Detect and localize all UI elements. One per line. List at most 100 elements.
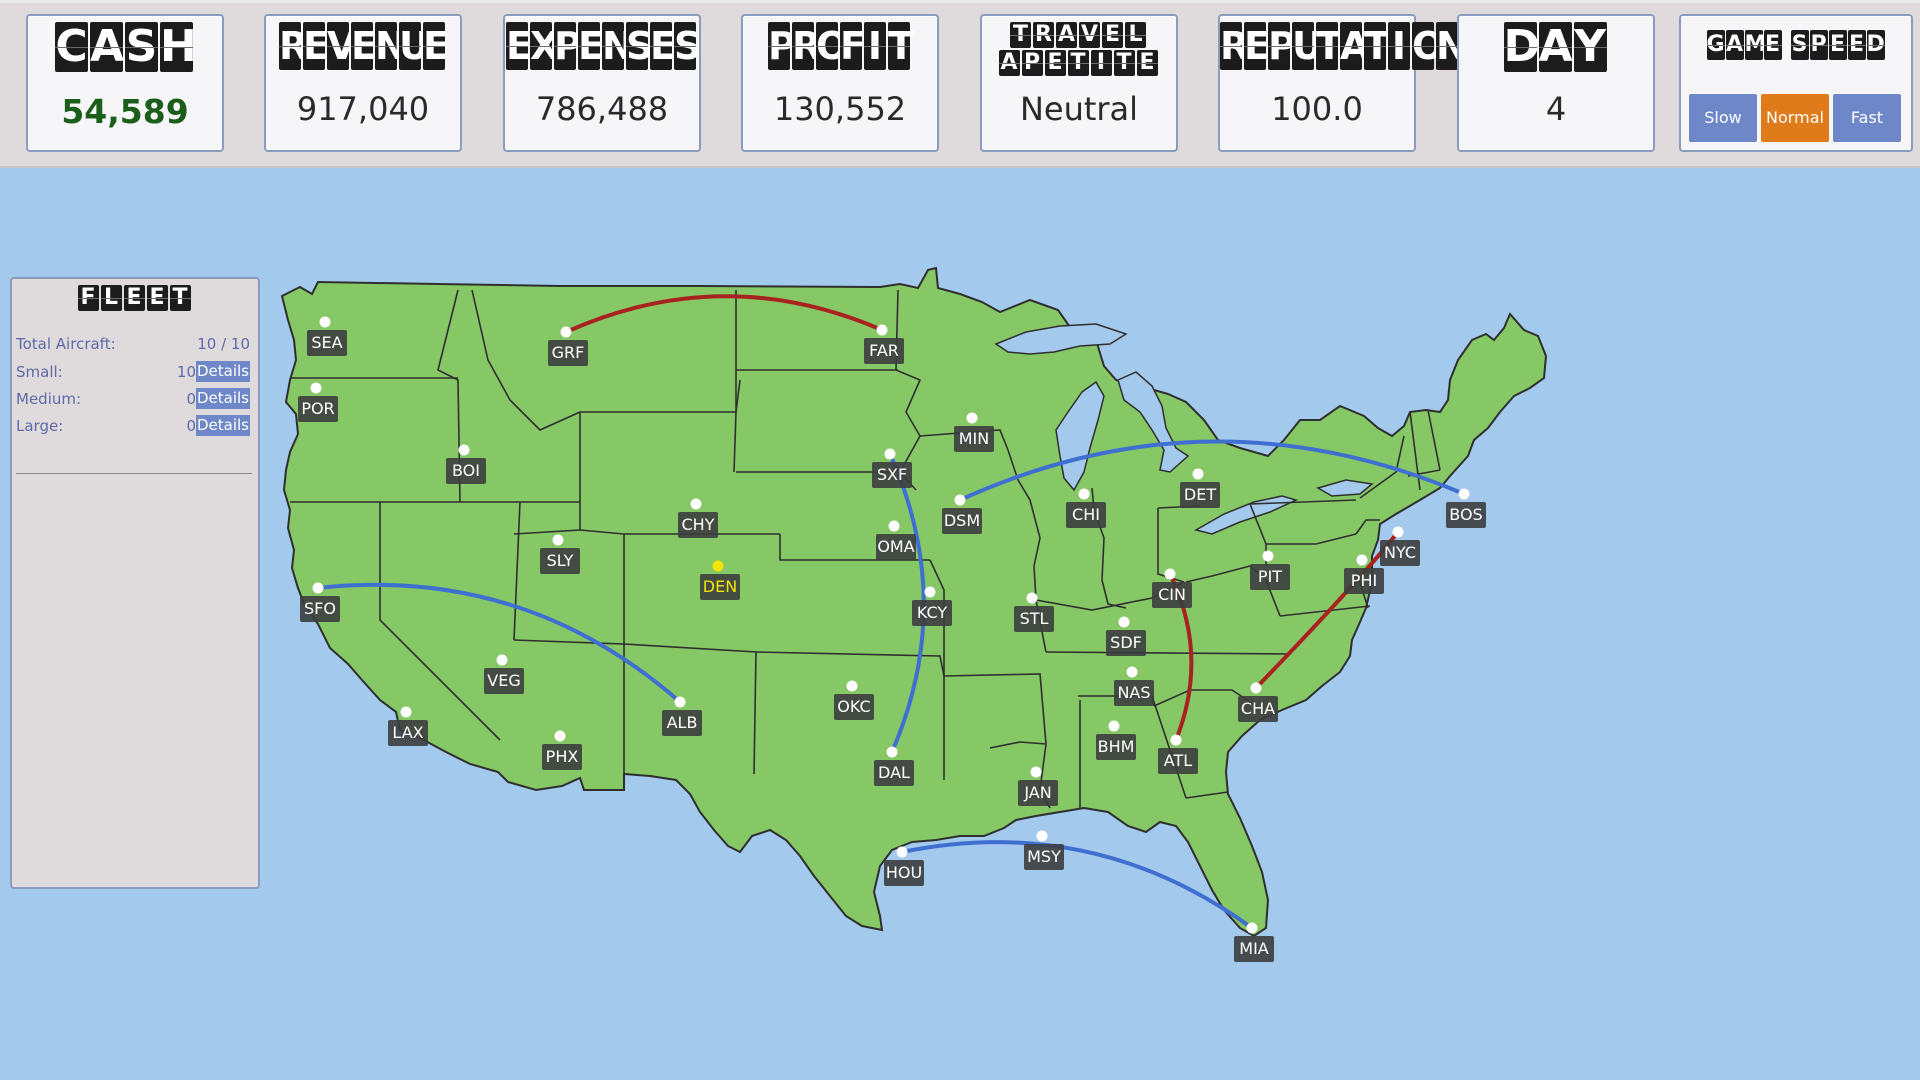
city-marker-dot[interactable] — [496, 654, 508, 666]
city-marker-dot[interactable] — [1262, 550, 1274, 562]
city-marker-dot[interactable] — [1126, 666, 1138, 678]
city-marker-dot[interactable] — [1192, 468, 1204, 480]
city-code-label: SFO — [304, 599, 336, 618]
fleet-total-row: Total Aircraft: 10 / 10 — [16, 333, 252, 355]
city-code-label: SEA — [311, 333, 342, 352]
city-code-label: CHY — [682, 515, 715, 534]
city-bos[interactable]: BOS — [1446, 488, 1486, 529]
city-code-label: MIA — [1239, 939, 1269, 958]
fleet-divider — [16, 473, 252, 474]
city-marker-dot[interactable] — [1108, 720, 1120, 732]
city-marker-dot[interactable] — [458, 444, 470, 456]
city-msy[interactable]: MSY — [1024, 830, 1064, 871]
fleet-small-count: 10 — [176, 363, 196, 381]
city-marker-dot[interactable] — [966, 412, 978, 424]
city-marker-dot[interactable] — [310, 382, 322, 394]
city-code-label: ALB — [667, 713, 698, 732]
city-code-label: DAL — [878, 763, 910, 782]
city-code-label: PHI — [1351, 571, 1377, 590]
city-code-label: CHI — [1072, 505, 1100, 524]
city-marker-dot[interactable] — [1356, 554, 1368, 566]
city-code-label: GRF — [552, 343, 585, 362]
fleet-total-label: Total Aircraft: — [16, 335, 116, 353]
fleet-row-small: Small: 10 Details — [16, 361, 252, 383]
city-code-label: NAS — [1117, 683, 1150, 702]
fleet-large-count: 0 — [186, 417, 196, 435]
fleet-large-label: Large: — [16, 417, 64, 435]
fleet-title: FLEET — [12, 285, 258, 313]
city-code-label: VEG — [487, 671, 520, 690]
city-marker-dot[interactable] — [884, 448, 896, 460]
city-code-label: BOI — [452, 461, 480, 480]
city-marker-dot[interactable] — [1118, 616, 1130, 628]
city-marker-dot[interactable] — [1078, 488, 1090, 500]
fleet-medium-count: 0 — [186, 390, 196, 408]
city-marker-dot[interactable] — [846, 680, 858, 692]
city-marker-dot[interactable] — [1250, 682, 1262, 694]
city-marker-dot[interactable] — [560, 326, 572, 338]
large-details-button[interactable]: Details — [196, 415, 250, 436]
city-code-label: JAN — [1023, 783, 1051, 802]
city-code-label: MSY — [1027, 847, 1061, 866]
city-marker-dot[interactable] — [1170, 734, 1182, 746]
city-code-label: POR — [301, 399, 334, 418]
city-code-label: OMA — [877, 537, 914, 556]
city-code-label: STL — [1020, 609, 1049, 628]
city-code-label: SXF — [877, 465, 907, 484]
city-code-label: MIN — [959, 429, 990, 448]
medium-details-button[interactable]: Details — [196, 388, 250, 409]
city-marker-dot[interactable] — [954, 494, 966, 506]
title-letter-tile: E — [146, 285, 168, 311]
small-details-button[interactable]: Details — [196, 361, 250, 382]
city-code-label: DEN — [703, 577, 737, 596]
city-code-label: DET — [1184, 485, 1216, 504]
fleet-small-label: Small: — [16, 363, 63, 381]
city-code-label: CHA — [1241, 699, 1275, 718]
city-code-label: NYC — [1384, 543, 1416, 562]
city-marker-dot[interactable] — [1392, 526, 1404, 538]
city-code-label: BHM — [1098, 737, 1135, 756]
city-code-label: OKC — [837, 697, 870, 716]
title-letter-tile: T — [169, 285, 191, 311]
city-code-label: ATL — [1164, 751, 1192, 770]
city-marker-dot[interactable] — [312, 582, 324, 594]
city-marker-dot[interactable] — [1164, 568, 1176, 580]
fleet-row-large: Large: 0 Details — [16, 415, 252, 437]
city-code-label: PHX — [546, 747, 579, 766]
city-marker-dot[interactable] — [674, 696, 686, 708]
city-marker-dot[interactable] — [896, 846, 908, 858]
title-letter-tile: F — [77, 285, 99, 311]
city-code-label: DSM — [944, 511, 980, 530]
fleet-total-value: 10 / 10 — [197, 335, 250, 353]
city-code-label: CIN — [1158, 585, 1186, 604]
city-code-label: HOU — [886, 863, 922, 882]
title-letter-tile: L — [100, 285, 122, 311]
city-code-label: KCY — [917, 603, 948, 622]
city-code-label: PIT — [1258, 567, 1282, 586]
city-marker-dot[interactable] — [690, 498, 702, 510]
fleet-medium-label: Medium: — [16, 390, 82, 408]
city-marker-dot[interactable] — [1026, 592, 1038, 604]
city-marker-dot[interactable] — [876, 324, 888, 336]
city-marker-dot[interactable] — [886, 746, 898, 758]
city-marker-dot[interactable] — [924, 586, 936, 598]
city-marker-dot[interactable] — [1030, 766, 1042, 778]
city-marker-dot[interactable] — [1458, 488, 1470, 500]
city-code-label: BOS — [1449, 505, 1482, 524]
city-marker-dot[interactable] — [712, 560, 724, 572]
city-nyc[interactable]: NYC — [1380, 526, 1420, 567]
city-marker-dot[interactable] — [319, 316, 331, 328]
city-marker-dot[interactable] — [552, 534, 564, 546]
city-code-label: SDF — [1110, 633, 1142, 652]
city-code-label: FAR — [869, 341, 899, 360]
city-marker-dot[interactable] — [400, 706, 412, 718]
fleet-row-medium: Medium: 0 Details — [16, 388, 252, 410]
fleet-panel: FLEET Total Aircraft: 10 / 10 Small: 10 … — [10, 277, 260, 889]
city-marker-dot[interactable] — [1036, 830, 1048, 842]
city-code-label: LAX — [392, 723, 423, 742]
city-marker-dot[interactable] — [1246, 922, 1258, 934]
city-marker-dot[interactable] — [888, 520, 900, 532]
city-code-label: SLY — [547, 551, 574, 570]
city-marker-dot[interactable] — [554, 730, 566, 742]
usa-route-map[interactable]: SEA POR BOI GRF FAR MIN SXF OMA DSM CHI DET BOS NYC P… — [0, 0, 1920, 1080]
